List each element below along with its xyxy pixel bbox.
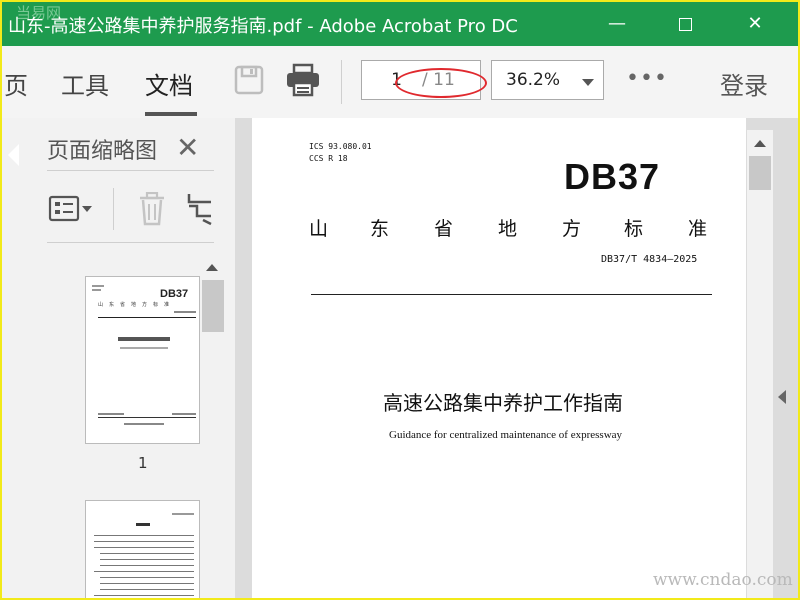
- header-rule: [311, 294, 712, 295]
- panel-separator: [113, 188, 114, 230]
- scrollbar-thumb[interactable]: [749, 156, 771, 190]
- panel-pointer: [8, 144, 19, 166]
- thumbnail-options-icon[interactable]: [48, 194, 96, 224]
- zoom-value[interactable]: 36.2%: [506, 70, 560, 90]
- divider: [47, 242, 214, 243]
- expand-right-panel-icon[interactable]: [778, 390, 786, 404]
- app-window: 当易网 山东-高速公路集中养护服务指南.pdf - Adobe Acrobat …: [0, 0, 800, 600]
- standard-char: 方: [562, 218, 582, 240]
- thumbnails-panel: 页面缩略图 ✕ DB37 山东省地方标准 1: [2, 118, 235, 598]
- page-thumbnail-number: 1: [138, 454, 148, 472]
- standard-number: DB37/T 4834—2025: [601, 254, 698, 265]
- window-title: 山东-高速公路集中养护服务指南.pdf - Adobe Acrobat Pro …: [8, 16, 518, 37]
- zoom-select[interactable]: 36.2%: [491, 60, 604, 100]
- toolbar-separator: [341, 60, 342, 104]
- thumbnail-preview: DB37 山东省地方标准: [92, 285, 196, 425]
- minimize-button[interactable]: —: [602, 10, 632, 38]
- standard-char: 山: [309, 218, 329, 240]
- crop-icon[interactable]: [185, 192, 215, 226]
- trash-icon[interactable]: [137, 192, 167, 226]
- scroll-up-icon[interactable]: [754, 140, 766, 147]
- chevron-down-icon[interactable]: [582, 79, 594, 86]
- maximize-icon: [678, 17, 692, 31]
- close-panel-button[interactable]: ✕: [176, 131, 199, 164]
- login-button[interactable]: 登录: [720, 66, 768, 101]
- ics-code: ICS 93.080.01: [309, 142, 372, 151]
- ccs-code: CCS R 18: [309, 154, 348, 163]
- close-window-button[interactable]: ✕: [740, 10, 770, 38]
- tab-home[interactable]: 页: [4, 66, 28, 101]
- page-thumbnail-2[interactable]: [85, 500, 200, 598]
- panel-title: 页面缩略图: [47, 139, 158, 164]
- scrollbar-thumb[interactable]: [202, 280, 224, 332]
- pdf-page: ICS 93.080.01 CCS R 18 DB37 山 东 省 地 方 标 …: [252, 118, 746, 598]
- more-options-button[interactable]: •••: [626, 66, 668, 91]
- document-scrollbar[interactable]: [747, 130, 773, 598]
- standard-char: 标: [624, 218, 644, 240]
- divider: [47, 170, 214, 171]
- minimize-icon: —: [608, 13, 626, 34]
- db-label: DB37: [564, 156, 661, 197]
- svg-text:山东省地方标准: 山东省地方标准: [98, 301, 175, 308]
- site-watermark: www.cndao.com: [653, 570, 793, 590]
- close-icon: ✕: [747, 13, 763, 34]
- maximize-button[interactable]: [670, 10, 700, 38]
- tab-tools[interactable]: 工具: [61, 66, 109, 101]
- standard-char: 省: [434, 218, 454, 240]
- save-icon[interactable]: [233, 64, 265, 96]
- document-title-cn: 高速公路集中养护工作指南: [383, 391, 623, 415]
- title-bar: 当易网 山东-高速公路集中养护服务指南.pdf - Adobe Acrobat …: [2, 2, 798, 46]
- annotation-oval: [395, 68, 487, 98]
- print-icon[interactable]: [285, 63, 321, 97]
- svg-text:DB37: DB37: [160, 288, 188, 300]
- tab-document[interactable]: 文档: [145, 66, 193, 101]
- scroll-up-icon[interactable]: [206, 264, 218, 271]
- standard-char: 准: [688, 218, 708, 240]
- page-thumbnail-1[interactable]: DB37 山东省地方标准: [85, 276, 200, 444]
- standard-char: 东: [370, 218, 390, 240]
- document-title-en: Guidance for centralized maintenance of …: [389, 429, 623, 441]
- standard-char: 地: [498, 218, 518, 240]
- thumbnail-preview: [94, 513, 194, 596]
- active-tab-indicator: [145, 112, 197, 116]
